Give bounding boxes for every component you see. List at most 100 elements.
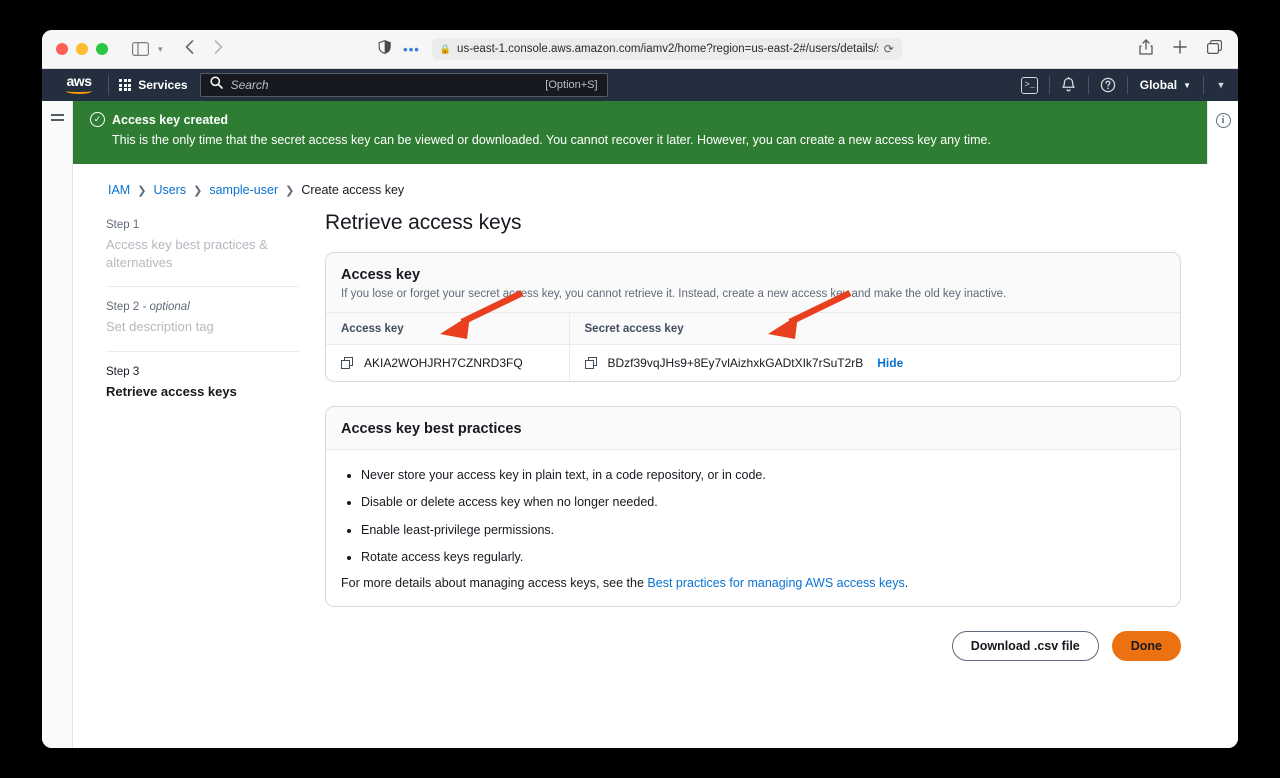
- breadcrumb-item-iam[interactable]: IAM: [108, 183, 130, 197]
- reload-icon[interactable]: ⟳: [884, 42, 894, 56]
- step-1-label: Access key best practices & alternatives: [106, 237, 268, 270]
- best-practices-body: Never store your access key in plain tex…: [326, 450, 1180, 606]
- step-2-number: Step 2 - optional: [106, 301, 190, 314]
- step-2-label: Set description tag: [106, 319, 214, 335]
- divider: [108, 75, 109, 95]
- url-zone: ••• 🔒 us-east-1.console.aws.amazon.com/i…: [378, 38, 902, 60]
- window-controls: [56, 43, 108, 55]
- note-prefix: For more details about managing access k…: [341, 576, 648, 590]
- search-icon: [210, 76, 223, 94]
- share-icon[interactable]: [1139, 38, 1153, 60]
- forward-button[interactable]: [214, 39, 223, 59]
- aws-global-nav: aws Services Search [Option+S] >_ Global…: [42, 69, 1238, 101]
- privacy-shield-icon[interactable]: [378, 39, 391, 59]
- hide-secret-link[interactable]: Hide: [877, 356, 903, 370]
- browser-window: ▾ ••• 🔒 us-east-1.console.aws.amazon.com…: [42, 30, 1238, 748]
- search-placeholder: Search: [230, 78, 269, 92]
- region-selector[interactable]: Global ▼: [1128, 69, 1203, 101]
- check-circle-icon: ✓: [90, 112, 105, 127]
- search-input[interactable]: Search [Option+S]: [199, 73, 608, 97]
- aws-nav-right: >_ Global ▼ ▼: [1011, 69, 1238, 101]
- list-item: Never store your access key in plain tex…: [361, 467, 1165, 483]
- page-title: Retrieve access keys: [325, 211, 522, 234]
- step-1-number: Step 1: [106, 219, 140, 231]
- list-item: Enable least-privilege permissions.: [361, 522, 1165, 538]
- maximize-window-button[interactable]: [96, 43, 108, 55]
- breadcrumb: IAM ❯ Users ❯ sample-user ❯ Create acces…: [73, 164, 1207, 197]
- aws-logo[interactable]: aws: [60, 74, 98, 94]
- breadcrumb-item-sample-user[interactable]: sample-user: [209, 183, 278, 197]
- best-practices-header: Access key best practices: [326, 407, 1180, 450]
- main-grid: Step 1 Access key best practices & alter…: [73, 197, 1207, 681]
- success-banner: ✓ Access key created This is the only ti…: [73, 101, 1238, 164]
- search-shortcut-hint: [Option+S]: [545, 79, 598, 91]
- browser-nav-arrows: [185, 39, 223, 59]
- new-tab-icon[interactable]: [1173, 39, 1187, 59]
- close-window-button[interactable]: [56, 43, 68, 55]
- access-key-card-subtitle: If you lose or forget your secret access…: [341, 288, 1007, 300]
- best-practices-link[interactable]: Best practices for managing AWS access k…: [647, 576, 904, 590]
- access-key-table: Access key Secret access key AKIA2WOHJRH…: [326, 313, 1180, 381]
- account-menu-button[interactable]: ▼: [1204, 69, 1238, 101]
- chevron-down-icon: ▼: [1216, 80, 1226, 90]
- content-column: ✓ Access key created This is the only ti…: [73, 101, 1238, 748]
- step-2[interactable]: Step 2 - optional Set description tag: [106, 286, 299, 351]
- browser-toolbar-right: [1139, 38, 1223, 60]
- aws-smile-icon: [66, 88, 92, 94]
- best-practices-card: Access key best practices Never store yo…: [325, 406, 1181, 607]
- access-key-card-header: Access key If you lose or forget your se…: [326, 253, 1180, 313]
- info-icon: i: [1215, 113, 1231, 128]
- table-header-row: Access key Secret access key: [326, 313, 1180, 345]
- step-3-number: Step 3: [106, 365, 140, 378]
- column-header-secret-access-key: Secret access key: [569, 313, 1180, 345]
- list-item: Disable or delete access key when no lon…: [361, 494, 1165, 510]
- step-1[interactable]: Step 1 Access key best practices & alter…: [106, 219, 299, 286]
- bell-icon[interactable]: [1050, 69, 1088, 101]
- download-csv-button[interactable]: Download .csv file: [951, 631, 1099, 661]
- note-suffix: .: [904, 576, 909, 590]
- copy-icon[interactable]: [584, 356, 598, 370]
- chevron-right-icon: ❯: [193, 184, 203, 197]
- services-menu-button[interactable]: Services: [119, 78, 188, 92]
- list-item: Rotate access keys regularly.: [361, 549, 1165, 565]
- back-button[interactable]: [185, 39, 194, 59]
- chevron-down-icon: ▼: [1183, 80, 1191, 90]
- help-icon[interactable]: [1089, 69, 1127, 101]
- secret-access-key-cell: BDzf39vqJHs9+8Ey7vlAizhxkGADtXIk7rSuT2rB…: [569, 345, 1180, 382]
- access-key-cell: AKIA2WOHJRH7CZNRD3FQ: [326, 344, 570, 381]
- sidebar-chevron-down-icon[interactable]: ▾: [158, 44, 163, 55]
- url-text: us-east-1.console.aws.amazon.com/iamv2/h…: [457, 43, 878, 55]
- lock-icon: 🔒: [439, 43, 452, 54]
- hamburger-menu-icon[interactable]: [50, 114, 64, 121]
- wizard-steps: Step 1 Access key best practices & alter…: [106, 211, 299, 681]
- access-key-card-title: Access key: [341, 267, 421, 283]
- banner-title: Access key created: [112, 112, 229, 127]
- grid-icon: [119, 78, 132, 92]
- chevron-right-icon: ❯: [285, 184, 295, 197]
- browser-titlebar: ▾ ••• 🔒 us-east-1.console.aws.amazon.com…: [42, 30, 1238, 69]
- best-practices-note: For more details about managing access k…: [341, 576, 1165, 590]
- show-tabs-icon[interactable]: [1207, 39, 1223, 59]
- extension-dots-icon[interactable]: •••: [403, 42, 420, 57]
- table-row: AKIA2WOHJRH7CZNRD3FQ BDzf39vqJHs9+8Ey7vl…: [326, 344, 1180, 382]
- breadcrumb-item-current: Create access key: [301, 183, 405, 197]
- done-button[interactable]: Done: [1111, 631, 1181, 661]
- breadcrumb-item-users[interactable]: Users: [153, 183, 186, 197]
- access-key-card: Access key If you lose or forget your se…: [325, 252, 1181, 382]
- cloudshell-icon[interactable]: >_: [1011, 69, 1049, 101]
- url-bar[interactable]: 🔒 us-east-1.console.aws.amazon.com/iamv2…: [431, 38, 902, 60]
- banner-body: This is the only time that the secret ac…: [112, 133, 991, 147]
- main-content: Retrieve access keys Access key If you l…: [299, 211, 1207, 681]
- copy-icon[interactable]: [341, 356, 354, 370]
- secret-access-key-value: BDzf39vqJHs9+8Ey7vlAizhxkGADtXIk7rSuT2rB: [607, 356, 864, 370]
- services-label: Services: [138, 78, 188, 92]
- chevron-right-icon: ❯: [137, 184, 147, 197]
- column-header-access-key: Access key: [326, 313, 570, 345]
- page-scroll-area: IAM ❯ Users ❯ sample-user ❯ Create acces…: [73, 164, 1238, 748]
- step-3[interactable]: Step 3 Retrieve access keys: [106, 350, 299, 416]
- left-nav-rail: [42, 101, 73, 748]
- region-label: Global: [1139, 78, 1178, 92]
- info-panel-toggle[interactable]: i: [1207, 101, 1238, 164]
- sidebar-toggle-icon[interactable]: [132, 42, 149, 56]
- minimize-window-button[interactable]: [76, 43, 88, 55]
